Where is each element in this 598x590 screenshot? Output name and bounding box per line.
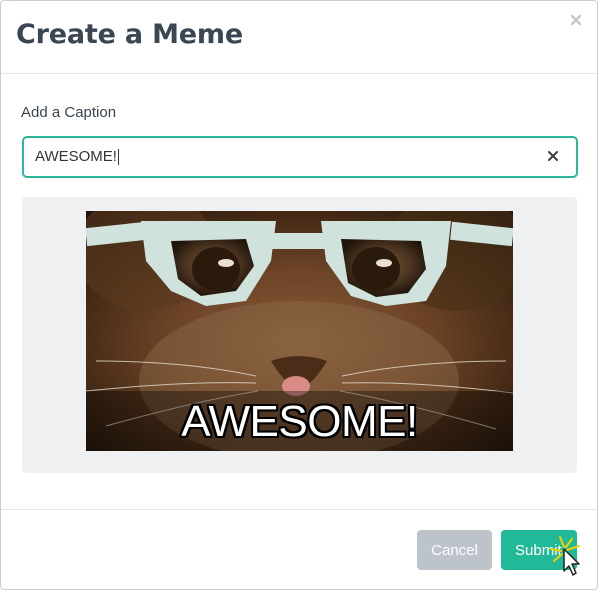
caption-label: Add a Caption xyxy=(21,104,117,121)
dialog-header: Create a Meme xyxy=(1,1,597,74)
cat-glasses-image: AWESOME! xyxy=(86,211,513,451)
close-icon[interactable] xyxy=(569,13,583,27)
cancel-button[interactable]: Cancel xyxy=(417,530,492,570)
clear-icon[interactable] xyxy=(545,148,561,164)
meme-preview: AWESOME! xyxy=(22,197,577,473)
submit-button[interactable]: Submit xyxy=(501,530,577,570)
dialog-footer: Cancel Submit xyxy=(1,509,597,590)
text-caret xyxy=(118,149,119,165)
create-meme-dialog: Create a Meme Add a Caption AWESOME! AWE… xyxy=(0,0,598,590)
dialog-title: Create a Meme xyxy=(16,19,243,50)
meme-caption-overlay: AWESOME! xyxy=(181,397,418,446)
caption-input[interactable] xyxy=(35,146,535,166)
caption-input-container[interactable] xyxy=(22,136,578,178)
